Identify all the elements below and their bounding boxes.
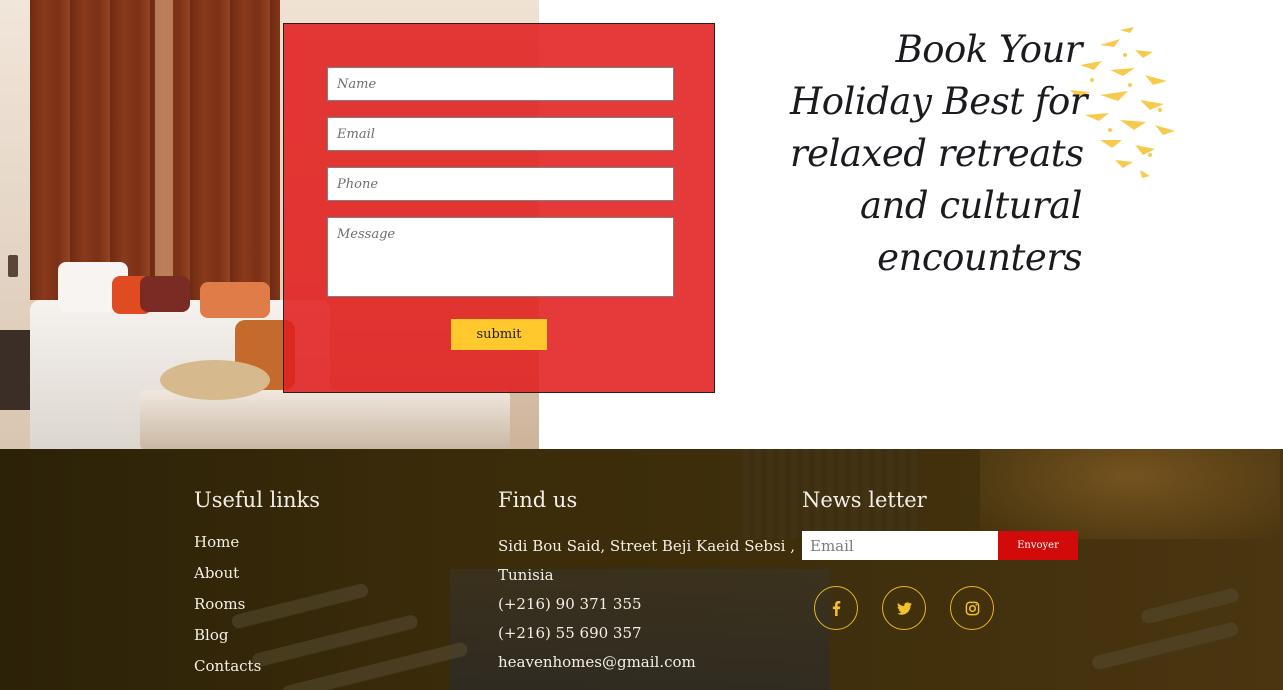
newsletter-title: News letter [802,488,927,512]
email-input[interactable] [327,117,674,151]
phone-number: (+216) 90 371 355 [498,595,642,613]
contacts-link[interactable]: Contacts [194,657,261,675]
list-item: Rooms [194,594,261,625]
list-item: About [194,563,261,594]
name-input[interactable] [327,67,674,101]
phone-input[interactable] [327,167,674,201]
headline-line: Holiday Best for [790,80,1087,123]
about-link[interactable]: About [194,564,239,582]
headline-line: and cultural [860,184,1083,227]
blog-link[interactable]: Blog [194,626,228,644]
headline-line: Book Your [895,28,1083,71]
submit-button[interactable]: submit [451,319,547,350]
phone-number: (+216) 55 690 357 [498,624,642,642]
instagram-icon[interactable] [950,586,994,630]
list-item: Blog [194,625,261,656]
headline-line: encounters [877,236,1082,279]
useful-links-title: Useful links [194,488,321,512]
address-line: Sidi Bou Said, Street Beji Kaeid Sebsi , [498,537,795,555]
message-textarea[interactable] [327,217,674,297]
newsletter-email-input[interactable] [802,531,998,560]
useful-links-list: Home About Rooms Blog Contacts [194,532,261,687]
rooms-link[interactable]: Rooms [194,595,245,613]
facebook-icon[interactable] [814,586,858,630]
address-country: Tunisia [498,566,554,584]
list-item: Contacts [194,656,261,687]
list-item: Home [194,532,261,563]
newsletter-submit-button[interactable]: Envoyer [998,531,1078,560]
booking-form: submit [283,23,715,393]
headline-line: relaxed retreats [790,132,1084,175]
contact-email: heavenhomes@gmail.com [498,653,696,671]
booking-headline: Book Your Holiday Best for relaxed retre… [790,24,1087,284]
find-us-title: Find us [498,488,578,512]
home-link[interactable]: Home [194,533,239,551]
twitter-icon[interactable] [882,586,926,630]
